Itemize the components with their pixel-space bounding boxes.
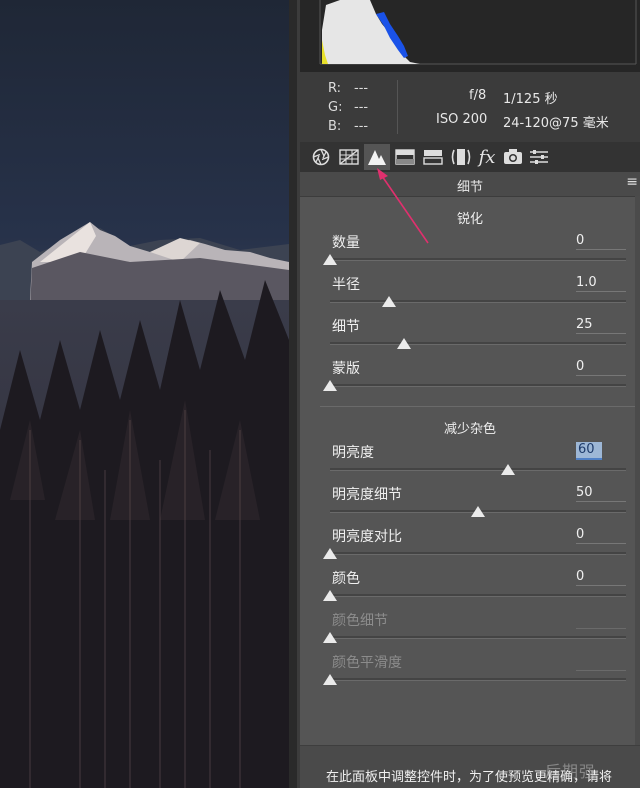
slider-track[interactable] xyxy=(330,468,626,471)
slider-value-input[interactable]: 1.0 xyxy=(576,275,626,292)
slider-track[interactable] xyxy=(330,300,626,303)
slider-thumb[interactable] xyxy=(382,296,397,307)
slider-label: 颜色 xyxy=(332,571,360,587)
slider-track[interactable] xyxy=(330,342,626,345)
landscape-image xyxy=(0,0,289,788)
slider-value-input[interactable]: 25 xyxy=(576,317,626,334)
slider-label: 明亮度 xyxy=(332,445,374,461)
slider-track[interactable] xyxy=(330,384,626,387)
slider-thumb[interactable] xyxy=(323,548,337,559)
slider-value-input[interactable]: 0 xyxy=(576,359,626,376)
slider-track[interactable] xyxy=(330,552,626,555)
slider-value-input[interactable]: 0 xyxy=(576,527,626,544)
slider-thumb xyxy=(323,674,337,685)
slider-thumb[interactable] xyxy=(323,590,337,601)
slider-value-input xyxy=(576,611,626,629)
slider-label: 颜色平滑度 xyxy=(332,655,402,671)
noise-reduction-title: 减少杂色 xyxy=(443,422,496,437)
slider-label: 蒙版 xyxy=(332,361,360,377)
section-divider xyxy=(320,406,636,407)
slider-value-input xyxy=(576,653,626,671)
panel-divider[interactable] xyxy=(289,0,300,788)
slider-thumb[interactable] xyxy=(471,506,485,517)
slider-label: 半径 xyxy=(332,277,360,293)
slider-label: 明亮度对比 xyxy=(332,529,402,545)
slider-thumb[interactable] xyxy=(323,380,337,391)
photo-preview xyxy=(0,0,289,788)
slider-value-input[interactable]: 60 xyxy=(576,442,602,460)
slider-thumb[interactable] xyxy=(397,338,411,349)
slider-track[interactable] xyxy=(330,594,626,597)
slider-value-input[interactable]: 50 xyxy=(576,485,626,502)
slider-track xyxy=(330,678,626,681)
slider-thumb xyxy=(323,632,337,643)
scrollbar[interactable] xyxy=(635,196,640,756)
watermark: 后期强 xyxy=(545,762,597,781)
slider-track xyxy=(330,636,626,639)
slider-thumb[interactable] xyxy=(500,464,515,475)
annotation-arrow xyxy=(377,168,429,244)
slider-label: 明亮度细节 xyxy=(332,487,402,503)
slider-label: 颜色细节 xyxy=(332,613,388,629)
slider-value-input[interactable]: 0 xyxy=(576,569,626,586)
slider-label: 细节 xyxy=(332,319,360,335)
